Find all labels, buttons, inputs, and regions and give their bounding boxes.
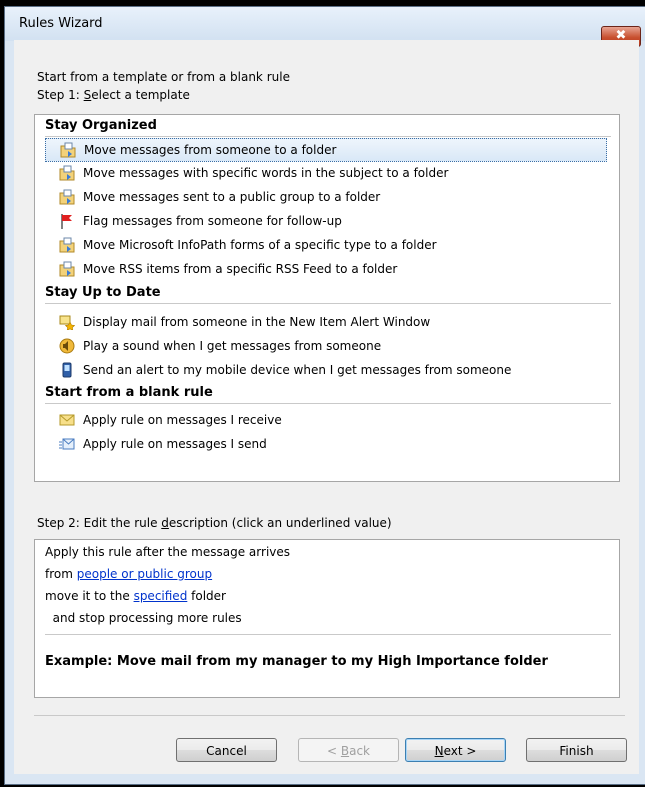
group-divider [45,303,611,304]
send-mail-icon [59,438,75,450]
template-item-move-public-group[interactable]: Move messages sent to a public group to … [59,186,386,208]
rule-description-box: Apply this rule after the message arrive… [34,539,620,698]
template-item-move-rss[interactable]: Move RSS items from a specific RSS Feed … [59,258,403,280]
finish-button[interactable]: Finish [526,738,627,762]
description-line-1: Apply this rule after the message arrive… [45,545,291,559]
template-item-label: Move RSS items from a specific RSS Feed … [83,262,398,276]
sound-icon [59,338,75,354]
cancel-label: Cancel [206,744,247,758]
template-item-label: Send an alert to my mobile device when I… [83,363,512,377]
template-item-label: Apply rule on messages I receive [83,413,282,427]
group-heading-stay-organized: Stay Organized [45,118,157,133]
folder-move-icon [60,142,76,158]
group-heading-stay-up-to-date: Stay Up to Date [45,285,161,300]
people-or-public-group-link[interactable]: people or public group [77,567,212,581]
template-item-label: Play a sound when I get messages from so… [83,339,382,353]
description-text: from [45,567,77,581]
folder-move-icon [59,189,75,205]
button-separator [34,715,625,716]
alert-window-icon [59,315,75,330]
template-item-label: Flag messages from someone for follow-up [83,214,342,228]
template-item-label: Move messages with specific words in the… [83,166,449,180]
back-prefix: < [326,744,341,758]
description-line-4: and stop processing more rules [45,611,242,625]
step2-mnemonic: d [161,516,169,530]
template-item-label: Move messages sent to a public group to … [83,190,381,204]
example-text: Example: Move mail from my manager to my… [45,654,548,669]
template-item-label: Display mail from someone in the New Ite… [83,315,431,329]
template-item-flag-messages[interactable]: Flag messages from someone for follow-up [61,210,348,232]
envelope-icon [59,414,75,426]
template-item-play-sound[interactable]: Play a sound when I get messages from so… [59,335,387,357]
template-item-move-infopath[interactable]: Move Microsoft InfoPath forms of a speci… [59,234,443,256]
step1-prefix: Step 1: [37,88,84,102]
next-rest: ext > [443,744,477,758]
folder-move-icon [59,261,75,277]
description-text: folder [187,589,226,603]
red-flag-icon [61,214,72,229]
group-divider [45,403,611,404]
description-text: move it to the [45,589,134,603]
template-item-apply-receive[interactable]: Apply rule on messages I receive [59,409,288,431]
template-item-label: Apply rule on messages I send [83,437,267,451]
step1-rest: elect a template [91,88,190,102]
next-button[interactable]: Next > [405,738,506,762]
template-item-new-item-alert[interactable]: Display mail from someone in the New Ite… [59,311,436,333]
title-bar[interactable]: Rules Wizard ✖ [5,7,645,47]
template-item-move-from-someone[interactable]: Move messages from someone to a folder [45,138,607,162]
cancel-button[interactable]: Cancel [176,738,277,762]
specified-folder-link[interactable]: specified [134,589,188,603]
template-list[interactable]: Stay Organized Move messages from someon… [34,114,620,482]
step1-label: Step 1: Select a template [37,88,190,102]
folder-move-icon [59,165,75,181]
back-button[interactable]: < Back [298,738,399,762]
template-item-label: Move Microsoft InfoPath forms of a speci… [83,238,437,252]
step2-prefix: Step 2: Edit the rule [37,516,162,530]
step2-rest: escription (click an underlined value) [168,516,392,530]
back-rest: ack [349,744,370,758]
intro-text: Start from a template or from a blank ru… [37,70,290,84]
template-item-mobile-alert[interactable]: Send an alert to my mobile device when I… [61,359,517,381]
finish-label: Finish [559,744,594,758]
window-title: Rules Wizard [19,16,103,31]
group-divider [45,136,611,137]
group-heading-blank-rule: Start from a blank rule [45,385,213,400]
example-divider [45,634,611,635]
step2-label: Step 2: Edit the rule description (click… [37,516,392,530]
mobile-device-icon [62,362,72,378]
description-line-2: from people or public group [45,567,212,581]
template-item-label: Move messages from someone to a folder [84,143,337,157]
template-item-apply-send[interactable]: Apply rule on messages I send [59,433,273,455]
dialog-client-area: Start from a template or from a blank ru… [14,40,639,774]
folder-move-icon [59,237,75,253]
template-item-move-specific-words[interactable]: Move messages with specific words in the… [59,162,454,184]
next-mnemonic: N [434,744,444,758]
description-line-3: move it to the specified folder [45,589,226,603]
back-mnemonic: B [340,744,350,758]
